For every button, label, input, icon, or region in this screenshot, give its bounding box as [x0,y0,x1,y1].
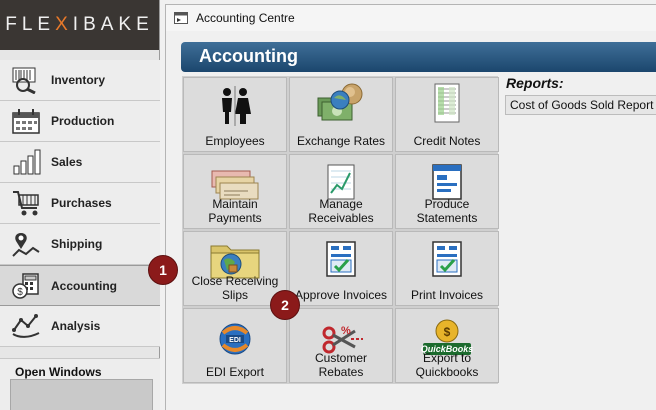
sidebar-item-label: Analysis [51,319,101,333]
tile-label: Print Invoices [410,288,484,302]
employees-icon [205,82,265,126]
map-pin-icon [10,229,42,259]
svg-text:EDI: EDI [229,337,241,344]
tile-credit-notes[interactable]: Credit Notes [395,77,499,152]
callout-badge-2: 2 [270,290,300,320]
edi-icon: EDI [205,313,265,357]
svg-text:$: $ [17,287,23,298]
tile-label: Employees [205,134,265,148]
accounting-centre-window: Accounting Centre Accounting Employees E… [165,4,656,410]
tile-label: EDI Export [205,365,265,379]
tile-edi-export[interactable]: EDI EDI Export [183,308,287,383]
exchange-rates-icon [311,82,371,126]
sidebar-item-label: Sales [51,155,83,169]
shopping-cart-icon [10,188,42,218]
tile-close-receiving-slips[interactable]: Close Receiving Slips [183,231,287,306]
sidebar-item-label: Purchases [51,196,112,210]
report-item-cogs[interactable]: Cost of Goods Sold Report [505,95,656,115]
svg-text:%: % [341,325,351,337]
sidebar-item-label: Accounting [51,278,117,293]
sidebar-item-accounting[interactable]: $ Accounting [0,265,160,306]
tile-approve-invoices[interactable]: Approve Invoices [289,231,393,306]
tile-print-invoices[interactable]: Print Invoices [395,231,499,306]
sidebar-item-analysis[interactable]: Analysis [0,306,160,347]
sidebar-item-production[interactable]: Production [0,101,160,142]
window-title: Accounting Centre [196,11,295,25]
print-invoices-icon [417,236,477,280]
sidebar-item-shipping[interactable]: Shipping [0,224,160,265]
sales-icon [10,147,42,177]
tile-label: Credit Notes [413,134,481,148]
sidebar-item-label: Production [51,114,115,128]
page-title: Accounting [199,46,298,66]
open-windows-list[interactable] [10,379,153,410]
credit-notes-icon [417,82,477,126]
accounting-tile-grid: Employees Exchange Rates Credit Notes Ma… [182,76,499,384]
tile-manage-receivables[interactable]: Manage Receivables [289,154,393,229]
approve-invoices-icon [311,236,371,280]
tile-produce-statements[interactable]: Produce Statements [395,154,499,229]
tile-label: Export to Quickbooks [415,351,479,379]
flexibake-logo: FLEXIBAKE [0,0,159,50]
app-root: FLEXIBAKE Inventory Production Sales Pur… [0,0,656,410]
sidebar-item-label: Inventory [51,73,106,87]
reports-title: Reports: [506,75,564,91]
open-windows-title: Open Windows [15,365,102,379]
page-header: Accounting [181,42,656,72]
sidebar-item-label: Shipping [51,237,103,251]
window-icon [174,12,188,24]
tile-label: Manage Receivables [308,197,374,225]
calculator-money-icon: $ [10,271,42,301]
sidebar-nav: Inventory Production Sales Purchases Shi… [0,60,160,347]
tile-employees[interactable]: Employees [183,77,287,152]
analysis-icon [10,311,42,341]
tile-export-quickbooks[interactable]: $ QuickBooks Export to Quickbooks [395,308,499,383]
inventory-icon [10,65,42,95]
sidebar-item-sales[interactable]: Sales [0,142,160,183]
tile-label: Exchange Rates [296,134,386,148]
tile-label: Customer Rebates [314,351,367,379]
tile-maintain-payments[interactable]: Maintain Payments [183,154,287,229]
tile-label: Maintain Payments [208,197,262,225]
tile-label: Approve Invoices [294,288,388,302]
callout-badge-1: 1 [148,255,178,285]
sidebar-item-inventory[interactable]: Inventory [0,60,160,101]
sidebar: FLEXIBAKE Inventory Production Sales Pur… [0,0,160,410]
sidebar-item-purchases[interactable]: Purchases [0,183,160,224]
open-windows-panel: Open Windows [0,358,160,410]
tile-label: Produce Statements [416,197,478,225]
tile-customer-rebates[interactable]: % Customer Rebates [289,308,393,383]
window-titlebar: Accounting Centre [166,5,656,31]
svg-text:$: $ [444,325,451,339]
tile-exchange-rates[interactable]: Exchange Rates [289,77,393,152]
production-icon [10,106,42,136]
